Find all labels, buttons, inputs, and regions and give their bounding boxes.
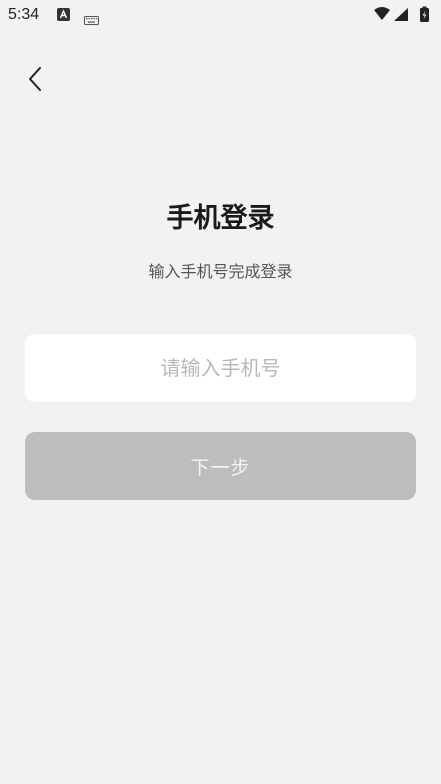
status-bar: 5:34: [0, 0, 441, 30]
battery-icon: [420, 6, 429, 22]
android-notification-icon: [57, 8, 70, 21]
back-button[interactable]: [20, 66, 50, 96]
keyboard-icon: [84, 10, 99, 29]
wifi-icon: [374, 7, 390, 20]
login-screen: 5:34 手机登录 输入手机号完成登录 请输入手机号 下一步: [0, 0, 441, 784]
chevron-left-icon: [27, 66, 43, 96]
status-right-icons: [373, 6, 433, 24]
phone-number-input[interactable]: [25, 334, 416, 402]
next-button[interactable]: 下一步: [25, 432, 416, 500]
status-time: 5:34: [8, 6, 40, 23]
page-subtitle: 输入手机号完成登录: [148, 262, 293, 281]
page-title: 手机登录: [166, 203, 275, 234]
signal-icon: [394, 8, 408, 21]
